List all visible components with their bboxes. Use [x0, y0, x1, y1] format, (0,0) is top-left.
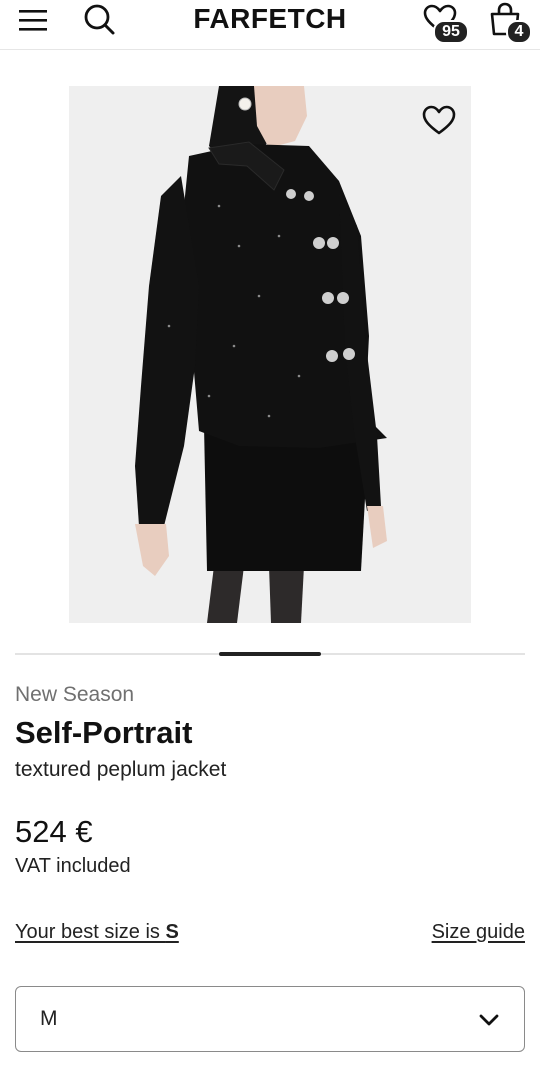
best-size-value: S [165, 921, 179, 943]
vat-note: VAT included [15, 855, 131, 877]
product-price: 524 € [15, 814, 93, 849]
brand-name[interactable]: Self-Portrait [15, 715, 192, 751]
bag-button[interactable]: 4 [488, 0, 534, 46]
wishlist-count-badge: 95 [433, 20, 469, 44]
size-guide-link[interactable]: Size guide [432, 921, 525, 944]
product-photo [69, 86, 471, 623]
product-description: textured peplum jacket [15, 758, 227, 781]
size-select[interactable]: M [15, 986, 525, 1052]
top-header: FARFETCH 95 4 [0, 0, 540, 50]
best-size-text: Your best size is [15, 921, 166, 943]
new-season-label: New Season [15, 683, 135, 706]
carousel-active-indicator[interactable] [219, 652, 321, 656]
add-to-wishlist-heart-icon[interactable] [421, 104, 457, 136]
selected-size: M [40, 1007, 58, 1030]
chevron-down-icon [479, 1014, 499, 1026]
wishlist-button[interactable]: 95 [423, 2, 469, 46]
product-image[interactable] [69, 86, 471, 623]
best-size-link[interactable]: Your best size is S [15, 921, 179, 944]
bag-count-badge: 4 [506, 20, 532, 44]
